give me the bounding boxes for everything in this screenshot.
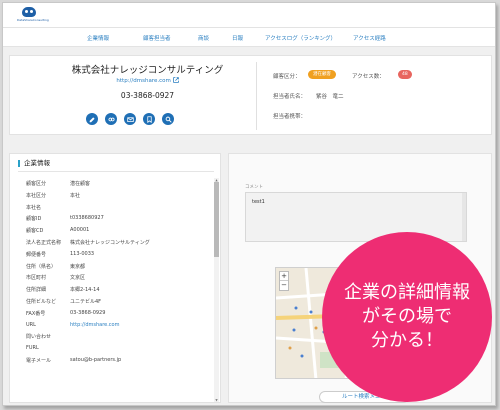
comment-scrollbar[interactable] (462, 193, 466, 241)
info-row-value: 本郷2-14-14 (70, 287, 100, 294)
app-window: DataShareConsulting 企業情報 顧客担当者 商談 日報 アクセ… (2, 2, 496, 406)
search-icon (165, 116, 172, 123)
comment-textarea[interactable]: test1 (245, 192, 467, 242)
info-row: 電子メール satou@b-partners.jp (26, 355, 214, 367)
info-row-link[interactable]: http://dmshare.com (70, 322, 120, 328)
comment-text: test1 (252, 199, 265, 205)
info-row-key: 顧客CD (26, 228, 44, 235)
nav-item-company-info[interactable]: 企業情報 (87, 34, 109, 42)
info-row: 顧客CD A00001 (26, 225, 214, 237)
info-row-key: 住所詳細 (26, 287, 47, 294)
section-divider (18, 171, 214, 172)
info-row-value: A00001 (70, 227, 90, 234)
info-row-key: 顧客区分 (26, 181, 47, 187)
info-row: 本社名 (26, 202, 214, 214)
customer-type-label: 顧客区分： (273, 74, 301, 80)
info-row: 市区町村 文京区 (26, 272, 214, 284)
info-row-key: 郵便番号 (26, 251, 47, 258)
info-row: 本社区分 本社 (26, 190, 214, 202)
info-row: 郵便番号 113-0033 (26, 249, 214, 261)
logo-text: DataShareConsulting (17, 18, 49, 22)
info-row: 住所ビルなど ユニテビル4F (26, 296, 214, 308)
info-row-value: t0338680927 (70, 215, 104, 222)
info-row-value: 東京都 (70, 263, 86, 270)
search-button[interactable] (162, 113, 174, 125)
customer-type-badge: 潜在顧客 (308, 70, 336, 79)
info-row-key: 電子メール (26, 357, 52, 364)
info-row-key: FURL (26, 345, 39, 352)
info-row-value: 本社 (70, 192, 81, 199)
rep-mobile-label: 担当者携帯： (273, 114, 307, 120)
info-row: FAX番号 03-3868-0929 (26, 308, 214, 320)
nav-item-access-route[interactable]: アクセス経路 (353, 34, 386, 42)
company-phone: 03-3868-0927 (120, 91, 175, 100)
bookmark-icon (146, 115, 152, 123)
summary-divider (256, 62, 257, 130)
info-row-value: satou@b-partners.jp (70, 356, 122, 363)
info-row-key: 住所ビルなど (26, 298, 57, 305)
info-row: 法人名正式名称 株式会社ナレッジコンサルティング (26, 237, 214, 249)
nav-item-customer-rep[interactable]: 顧客担当者 (143, 34, 171, 42)
info-row-key: FAX番号 (26, 310, 46, 317)
info-row-value: 03-3868-0929 (70, 309, 106, 316)
scroll-thumb[interactable] (214, 182, 219, 257)
access-count-badge: 48 (398, 70, 412, 79)
promo-line-3: 分かる！ (371, 330, 443, 351)
info-row: 住所（県名） 東京都 (26, 261, 214, 273)
info-row-value: ユニテビル4F (70, 298, 102, 305)
info-row-key: 市区町村 (26, 275, 47, 282)
zoom-in-button[interactable]: + (280, 272, 288, 281)
company-name: 株式会社ナレッジコンサルティング (71, 65, 224, 76)
link-button[interactable] (105, 113, 117, 125)
external-link-icon (172, 77, 179, 83)
info-row-key: URL (26, 321, 36, 328)
info-scrollbar[interactable]: ▲ ▼ (214, 178, 219, 402)
nav-item-negotiation[interactable]: 商談 (198, 34, 209, 42)
top-header: DataShareConsulting (3, 3, 495, 27)
nav-item-daily-report[interactable]: 日報 (232, 34, 243, 42)
section-title: 企業情報 (18, 160, 50, 167)
nav-item-access-log[interactable]: アクセスログ（ランキング） (265, 34, 336, 42)
info-row: 顧客ID t0338680927 (26, 213, 214, 225)
info-row-key: 問い合わせ (26, 334, 52, 341)
link-icon (107, 117, 115, 121)
logo-mark-icon (22, 7, 36, 17)
company-url-text[interactable]: http://dmshare.com (116, 78, 170, 84)
promo-line-2: がその場で (362, 306, 452, 327)
info-row-value: 113-0033 (70, 250, 95, 257)
info-table: 顧客区分 潜在顧客本社区分 本社本社名顧客ID t0338680927 顧客CD A000… (26, 178, 214, 367)
info-row-value: 文京区 (70, 275, 86, 282)
info-row: 住所詳細 本郷2-14-14 (26, 284, 214, 296)
info-row: FURL (26, 343, 214, 355)
company-summary-card: 株式会社ナレッジコンサルティング http://dmshare.com 03-3… (9, 55, 492, 135)
bookmark-button[interactable] (143, 113, 155, 125)
info-row-key: 法人名正式名称 (26, 239, 62, 246)
map-zoom-control: + − (279, 271, 289, 291)
edit-button[interactable] (86, 113, 98, 125)
rep-name-label: 担当者氏名： (273, 94, 307, 100)
info-row: 顧客区分 潜在顧客 (26, 178, 214, 190)
info-row-value: 株式会社ナレッジコンサルティング (70, 239, 150, 246)
info-row-key: 本社名 (26, 204, 42, 211)
info-row: URL http://dmshare.com (26, 320, 214, 332)
access-count-label: アクセス数： (352, 74, 385, 80)
info-row-value: 潜在顧客 (70, 181, 91, 187)
info-row: 問い合わせ (26, 331, 214, 343)
zoom-out-button[interactable]: − (280, 281, 288, 290)
promo-line-1: 企業の詳細情報 (344, 282, 470, 303)
company-info-panel: 企業情報 顧客区分 潜在顧客本社区分 本社本社名顧客ID t0338680927 顧客C… (9, 153, 221, 403)
rep-name: 紫谷 竜二 (316, 94, 344, 100)
scroll-down-arrow-icon[interactable]: ▼ (214, 398, 219, 402)
company-logo[interactable]: DataShareConsulting (17, 7, 49, 23)
promo-callout: 企業の詳細情報 がその場で 分かる！ (322, 232, 492, 402)
main-nav: 企業情報 顧客担当者 商談 日報 アクセスログ（ランキング） アクセス経路 (3, 27, 495, 47)
comment-label: コメント (245, 185, 263, 190)
mail-button[interactable] (124, 113, 136, 125)
info-row-key: 住所（県名） (26, 263, 57, 270)
edit-icon (89, 116, 95, 122)
mail-icon (126, 116, 134, 122)
info-row-key: 顧客ID (26, 216, 42, 223)
company-url-link[interactable]: http://dmshare.com (60, 77, 235, 84)
info-row-key: 本社区分 (26, 192, 47, 199)
